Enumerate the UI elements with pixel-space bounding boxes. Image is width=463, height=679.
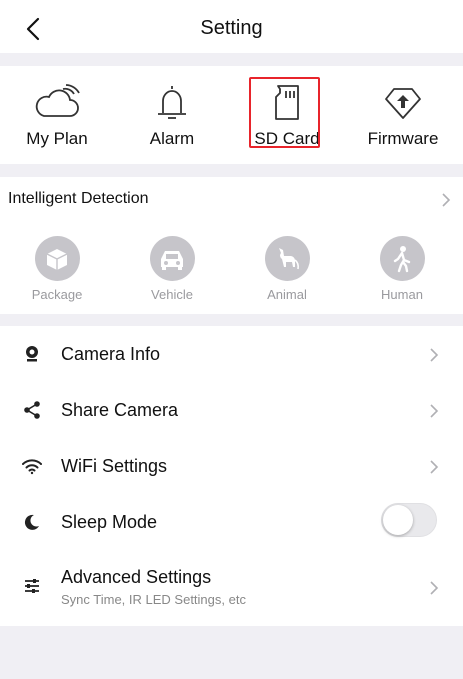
chevron-right-icon bbox=[442, 193, 451, 207]
share-camera-row[interactable]: Share Camera bbox=[0, 382, 463, 438]
vehicle-label: Vehicle bbox=[151, 287, 193, 302]
sd-card-highlight bbox=[249, 77, 320, 148]
vehicle-icon bbox=[149, 236, 195, 281]
camera-icon bbox=[26, 346, 38, 362]
sleep-mode-label: Sleep Mode bbox=[61, 512, 158, 532]
toggle-knob bbox=[383, 505, 413, 535]
chevron-right-icon bbox=[430, 348, 439, 362]
settings-list: Camera Info Share Camera WiFi Settings z… bbox=[0, 326, 463, 626]
detection-animal: Animal bbox=[242, 236, 332, 306]
advanced-settings-row[interactable]: Advanced Settings Sync Time, IR LED Sett… bbox=[0, 550, 463, 626]
wifi-icon bbox=[22, 459, 42, 475]
chevron-right-icon bbox=[430, 581, 439, 595]
detection-title: Intelligent Detection bbox=[8, 190, 149, 207]
wifi-settings-label: WiFi Settings bbox=[61, 456, 168, 476]
share-icon bbox=[24, 401, 40, 419]
camera-info-label: Camera Info bbox=[61, 344, 161, 364]
intelligent-detection[interactable]: Intelligent Detection Package Vehicle An… bbox=[0, 177, 463, 314]
advanced-settings-label: Advanced Settings bbox=[61, 567, 212, 587]
animal-label: Animal bbox=[267, 287, 307, 302]
sliders-icon bbox=[25, 579, 39, 593]
package-label: Package bbox=[31, 287, 83, 302]
my-plan-label: My Plan bbox=[26, 129, 88, 148]
firmware-icon bbox=[348, 84, 458, 122]
advanced-settings-subtitle: Sync Time, IR LED Settings, etc bbox=[61, 592, 246, 607]
human-icon bbox=[379, 236, 425, 281]
bell-icon bbox=[117, 84, 227, 122]
chevron-right-icon bbox=[430, 404, 439, 418]
firmware-button[interactable]: Firmware bbox=[348, 66, 458, 164]
page-title: Setting bbox=[200, 17, 263, 39]
chevron-right-icon bbox=[430, 460, 439, 474]
animal-icon bbox=[264, 236, 310, 281]
alarm-button[interactable]: Alarm bbox=[117, 66, 227, 164]
human-label: Human bbox=[381, 287, 423, 302]
moon-icon: z bbox=[24, 514, 39, 530]
svg-text:z: z bbox=[32, 517, 36, 524]
detection-package: Package bbox=[12, 236, 102, 306]
firmware-label: Firmware bbox=[367, 129, 439, 148]
camera-info-row[interactable]: Camera Info bbox=[0, 326, 463, 382]
share-camera-label: Share Camera bbox=[61, 400, 179, 420]
header: Setting bbox=[0, 0, 463, 53]
alarm-label: Alarm bbox=[149, 129, 195, 148]
detection-vehicle: Vehicle bbox=[127, 236, 217, 306]
my-plan-button[interactable]: My Plan bbox=[2, 66, 112, 164]
detection-human: Human bbox=[357, 236, 447, 306]
package-icon bbox=[34, 236, 80, 281]
quick-actions: My Plan Alarm SD Card Firmware bbox=[0, 66, 463, 164]
cloud-icon bbox=[2, 84, 112, 122]
sleep-mode-toggle[interactable] bbox=[381, 503, 437, 537]
wifi-settings-row[interactable]: WiFi Settings bbox=[0, 438, 463, 494]
